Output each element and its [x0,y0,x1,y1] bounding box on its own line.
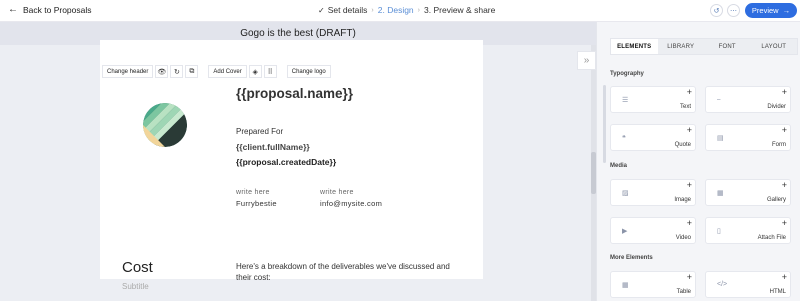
collapse-panel-button[interactable]: » [577,51,596,70]
element-label: Quote [674,142,691,148]
double-chevron-right-icon: » [583,55,590,66]
proposal-created-date[interactable]: {{proposal.createdDate}} [236,157,336,167]
header-toolbar: Change header 👁 ↻ ⧉ Add Cover ◈ ⠿ Change… [102,64,331,79]
element-card-form[interactable]: + ▤ Form [705,124,791,151]
prepared-for-label[interactable]: Prepared For [236,127,283,136]
element-label: HTML [769,289,786,295]
plus-icon: + [781,125,787,135]
element-card-attach-file[interactable]: + ▯ Attach File [705,217,791,244]
back-to-proposals-link[interactable]: ← Back to Proposals [8,4,92,15]
element-label: Form [772,142,786,148]
step-separator-icon: › [371,6,374,14]
element-card-quote[interactable]: + ❝ Quote [610,124,696,151]
cost-subtitle[interactable]: Subtitle [122,282,149,291]
quote-icon: ❝ [622,135,626,142]
form-icon: ▤ [717,135,724,142]
back-label: Back to Proposals [23,4,92,15]
top-bar: ← Back to Proposals ✓ Set details › 2. D… [0,0,800,22]
tab-layout[interactable]: LAYOUT [751,39,798,54]
element-label: Video [675,235,691,241]
html-icon: </> [717,281,728,288]
client-full-name[interactable]: {{client.fullName}} [236,142,310,152]
step-set-details[interactable]: Set details [328,5,368,15]
element-card-gallery[interactable]: + ▦ Gallery [705,179,791,206]
company-logo[interactable] [143,103,187,147]
contact-label[interactable]: write here [236,189,270,196]
element-card-table[interactable]: + ▦ Table [610,271,696,298]
element-label: Divider [767,104,786,110]
section-title-more-elements: More Elements [610,255,653,261]
drag-handle-icon[interactable]: ⠿ [263,65,277,78]
element-label: Text [679,104,691,110]
change-logo-button[interactable]: Change logo [286,65,331,78]
reset-icon[interactable]: ↻ [170,65,184,78]
step-design[interactable]: 2. Design [378,5,414,15]
check-icon: ✓ [318,5,325,15]
eye-icon[interactable]: 👁 [155,65,169,78]
plus-icon: + [686,87,692,97]
element-card-divider[interactable]: + ⎯ Divider [705,86,791,113]
contact-value-company[interactable]: Furrybestie [236,199,277,208]
element-label: Table [676,289,691,295]
preview-label: Preview [751,6,779,15]
tab-library[interactable]: LIBRARY [658,39,705,54]
cost-description[interactable]: Here's a breakdown of the deliverables w… [236,261,466,283]
preview-button[interactable]: Preview → [745,3,797,18]
panel-scrollbar[interactable] [603,85,606,163]
tab-elements[interactable]: ELEMENTS [611,39,658,54]
section-title-media: Media [610,163,628,169]
panel-tabs: ELEMENTS LIBRARY FONT LAYOUT [610,38,798,55]
duplicate-icon[interactable]: ⧉ [185,65,199,78]
logo-image [143,103,187,147]
tab-font[interactable]: FONT [704,39,751,54]
divider-icon: ⎯ [717,96,721,103]
element-label: Gallery [766,197,786,203]
plus-icon: + [781,87,787,97]
contact-label[interactable]: write here [320,189,354,196]
video-icon: ▶ [622,228,628,235]
gallery-icon: ▦ [717,190,724,197]
element-card-video[interactable]: + ▶ Video [610,217,696,244]
element-label: Attach File [757,235,786,241]
back-arrow-icon: ← [8,4,18,15]
more-icon: ⋯ [730,7,737,15]
add-cover-button[interactable]: Add Cover [208,65,247,78]
change-header-button[interactable]: Change header [102,65,154,78]
plus-icon: + [781,272,787,282]
document-title[interactable]: Gogo is the best (DRAFT) [240,28,356,39]
section-title-typography: Typography [610,71,644,77]
arrow-right-icon: → [782,6,791,15]
step-indicator: ✓ Set details › 2. Design › 3. Preview &… [318,5,495,15]
plus-icon: + [686,272,692,282]
table-icon: ▦ [622,282,629,289]
history-button[interactable]: ↺ [710,4,723,17]
plus-icon: + [781,180,787,190]
image-icon: ▨ [622,190,629,197]
more-options-button[interactable]: ⋯ [727,4,740,17]
element-card-html[interactable]: + </> HTML [705,271,791,298]
contact-value-email[interactable]: info@mysite.com [320,199,382,208]
plus-icon: + [686,218,692,228]
element-label: Image [674,197,691,203]
file-icon: ▯ [717,228,721,235]
element-card-image[interactable]: + ▨ Image [610,179,696,206]
step-separator-icon: › [417,6,421,14]
history-icon: ↺ [713,7,720,15]
plus-icon: + [686,180,692,190]
plus-icon: + [686,125,692,135]
paint-bucket-icon[interactable]: ◈ [248,65,262,78]
step-preview-share[interactable]: 3. Preview & share [424,5,495,15]
element-card-text[interactable]: + ☰ Text [610,86,696,113]
proposal-name[interactable]: {{proposal.name}} [236,86,353,101]
cost-heading[interactable]: Cost [122,259,153,276]
text-icon: ☰ [622,97,629,104]
plus-icon: + [781,218,787,228]
